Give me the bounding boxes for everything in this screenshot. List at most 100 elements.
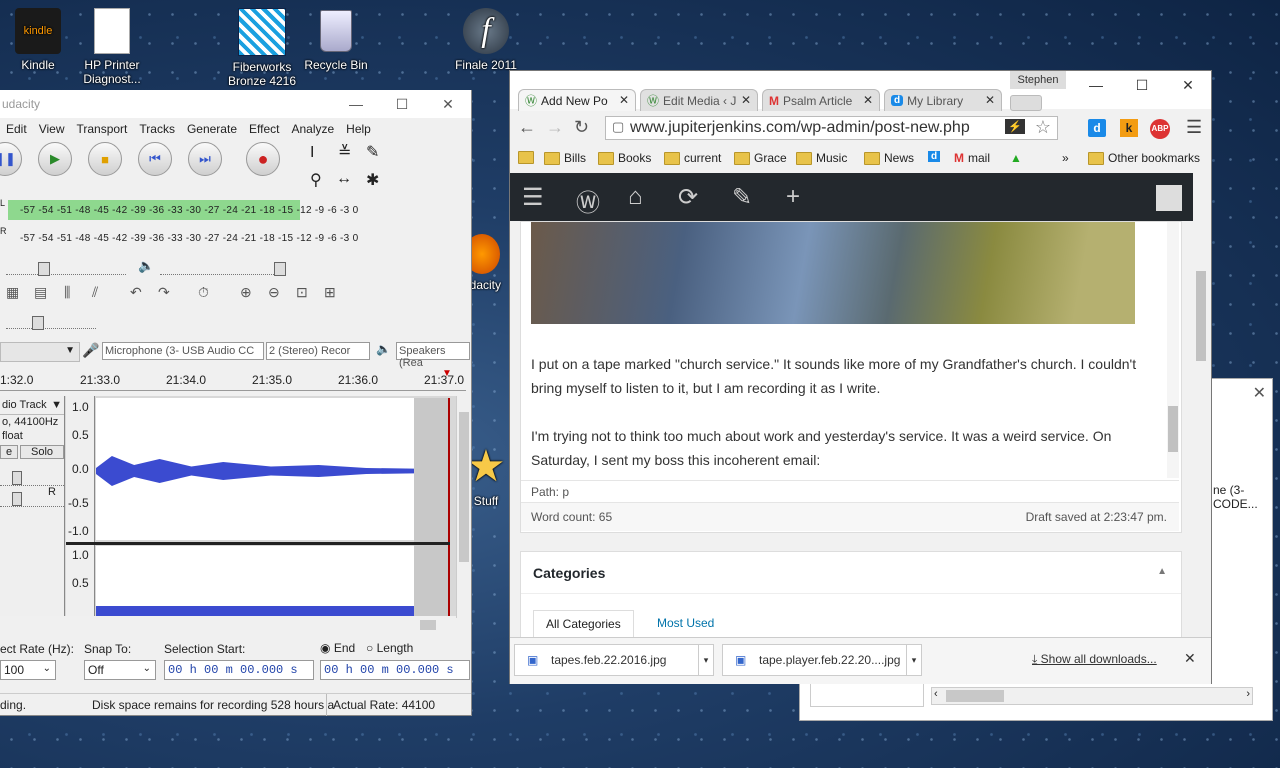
post-editor[interactable]: I put on a tape marked "church service."… <box>520 221 1182 533</box>
home-icon[interactable]: ⌂ <box>628 183 643 211</box>
bookmark-drive[interactable]: ▲ <box>1010 151 1022 165</box>
track-info-panel-2[interactable] <box>0 542 65 616</box>
playhead-icon[interactable]: ▼ <box>442 368 452 379</box>
selection-tool-icon[interactable]: I <box>310 144 314 162</box>
bookmark-dashlane[interactable]: d <box>928 151 941 162</box>
page-scrollbar[interactable] <box>1193 173 1209 637</box>
menu-transport[interactable]: Transport <box>70 122 133 136</box>
address-bar[interactable]: ▢ www.jupiterjenkins.com/wp-admin/post-n… <box>605 116 1058 140</box>
hamburger-icon[interactable]: ☰ <box>522 183 544 212</box>
length-radio[interactable]: ○ Length <box>366 641 413 655</box>
menu-effect[interactable]: Effect <box>243 122 285 136</box>
track-name-button[interactable]: dio Track <box>2 399 47 411</box>
audio-host-select[interactable]: ▼ <box>0 342 80 362</box>
bookmark-other[interactable]: Other bookmarks <box>1088 151 1200 165</box>
project-rate-select[interactable]: 100 ⌄ <box>0 660 56 680</box>
waveform-right[interactable] <box>96 546 414 616</box>
desktop-icon-kindle[interactable]: kindle Kindle <box>2 8 74 72</box>
redo-icon[interactable]: ↷ <box>158 284 170 301</box>
desktop-icon-fiberworks[interactable]: Fiberworks Bronze 4216 <box>226 8 298 88</box>
adblock-icon[interactable]: ABP <box>1150 119 1170 139</box>
vertical-scale-2[interactable]: 1.0 0.5 <box>66 544 95 616</box>
dashlane-icon[interactable]: d <box>1088 119 1106 137</box>
close-icon[interactable]: ✕ <box>619 93 629 107</box>
bookmark-current[interactable]: current <box>664 151 721 165</box>
close-icon[interactable]: ✕ <box>741 93 751 107</box>
bookmark-news[interactable]: News <box>864 151 914 165</box>
skip-start-button[interactable]: ⏮ <box>138 142 172 176</box>
collapse-icon[interactable]: ▲ <box>1157 566 1167 577</box>
end-radio[interactable]: ◉ End <box>320 641 355 655</box>
zoom-in-icon[interactable]: ⊕ <box>240 284 252 301</box>
comments-icon[interactable]: ✎ <box>732 183 752 212</box>
close-icon[interactable]: ✕ <box>1253 383 1266 403</box>
minimize-button[interactable]: — <box>333 90 379 118</box>
bookmark-bills[interactable]: Bills <box>544 151 586 165</box>
solo-button[interactable]: Solo <box>20 445 64 459</box>
chevron-down-icon[interactable]: ▾ <box>698 645 713 675</box>
zoom-tool-icon[interactable]: ⚲ <box>310 170 322 190</box>
menu-icon[interactable]: ☰ <box>1186 117 1202 138</box>
wordpress-icon[interactable]: Ⓦ <box>576 183 600 218</box>
bookmarks-overflow[interactable]: » <box>1062 151 1069 165</box>
horizontal-scrollbar[interactable] <box>96 618 456 632</box>
desktop-icon-recycle-bin[interactable]: Recycle Bin <box>300 8 372 72</box>
selection-end-field[interactable]: 00 h 00 m 00.000 s <box>320 660 470 680</box>
skip-end-button[interactable]: ⏭ <box>188 142 222 176</box>
chevron-down-icon[interactable]: ▾ <box>906 645 921 675</box>
tab-all-categories[interactable]: All Categories <box>533 610 634 637</box>
waveform-left[interactable] <box>96 398 414 540</box>
recording-volume-slider[interactable] <box>6 260 126 276</box>
envelope-tool-icon[interactable]: ≚ <box>338 142 351 162</box>
menu-generate[interactable]: Generate <box>181 122 243 136</box>
track-info-panel[interactable]: dio Track ▼ o, 44100Hz float e Solo R <box>0 396 65 542</box>
show-all-downloads-link[interactable]: ⤓ Show all downloads... <box>1032 652 1157 667</box>
timeshift-tool-icon[interactable]: ↔ <box>336 170 352 188</box>
copy-icon[interactable]: ▤ <box>34 284 47 301</box>
cut-icon[interactable]: ▦ <box>6 284 19 301</box>
close-icon[interactable]: ✕ <box>863 93 873 107</box>
menu-view[interactable]: View <box>33 122 71 136</box>
play-button[interactable]: ▶ <box>38 142 72 176</box>
close-icon[interactable]: ✕ <box>985 93 995 107</box>
recording-device-select[interactable]: Microphone (3- USB Audio CC <box>102 342 264 360</box>
recording-channels-select[interactable]: 2 (Stereo) Recor <box>266 342 370 360</box>
menu-edit[interactable]: Edit <box>0 122 33 136</box>
gain-slider[interactable] <box>0 465 64 486</box>
timeline-ruler[interactable]: 1:32.0 21:33.0 21:34.0 21:35.0 21:36.0 2… <box>0 368 466 391</box>
playback-device-select[interactable]: Speakers (Rea <box>396 342 470 369</box>
maximize-button[interactable]: ☐ <box>1119 71 1165 99</box>
close-button[interactable]: ✕ <box>425 90 471 118</box>
menu-tracks[interactable]: Tracks <box>133 122 181 136</box>
bookmark-music[interactable]: Music <box>796 151 847 165</box>
bookmark-books[interactable]: Books <box>598 151 651 165</box>
trim-icon[interactable]: ⫼ <box>64 284 70 301</box>
tab-add-new-post[interactable]: Ⓦ Add New Po ✕ <box>518 89 636 111</box>
horizontal-scrollbar[interactable]: ‹ › <box>931 687 1253 705</box>
playback-meter[interactable]: R -57 -54 -51 -48 -45 -42 -39 -36 -33 -3… <box>0 226 420 250</box>
reload-icon[interactable]: ↻ <box>574 117 589 138</box>
playback-volume-slider[interactable] <box>160 260 286 276</box>
zoom-out-icon[interactable]: ⊖ <box>268 284 280 301</box>
add-new-icon[interactable]: + <box>786 183 800 211</box>
tape-player-image[interactable] <box>531 222 1135 324</box>
vertical-scale[interactable]: 1.0 0.5 0.0 -0.5 -1.0 <box>66 396 95 542</box>
pan-slider[interactable] <box>0 486 64 507</box>
kindle-extension-icon[interactable]: k <box>1120 119 1138 137</box>
stop-button[interactable]: ■ <box>88 142 122 176</box>
bookmark-grace[interactable]: Grace <box>734 151 787 165</box>
selection-start-field[interactable]: 00 h 00 m 00.000 s <box>164 660 314 680</box>
record-button[interactable]: ● <box>246 142 280 176</box>
updates-icon[interactable]: ⟳ <box>678 183 698 212</box>
forward-icon[interactable]: → <box>546 117 564 138</box>
menu-analyze[interactable]: Analyze <box>285 122 340 136</box>
tab-most-used[interactable]: Most Used <box>657 616 714 630</box>
snap-to-select[interactable]: Off ⌄ <box>84 660 156 680</box>
profile-button[interactable]: Stephen <box>1010 71 1066 89</box>
multi-tool-icon[interactable]: ✱ <box>366 170 379 190</box>
tab-psalm-article[interactable]: M Psalm Article ✕ <box>762 89 880 111</box>
avatar[interactable] <box>1156 185 1182 211</box>
download-item[interactable]: ▣ tape.player.feb.22.20....jpg ▾ <box>722 644 922 676</box>
fit-project-icon[interactable]: ⊞ <box>324 284 336 301</box>
undo-icon[interactable]: ↶ <box>130 284 142 301</box>
